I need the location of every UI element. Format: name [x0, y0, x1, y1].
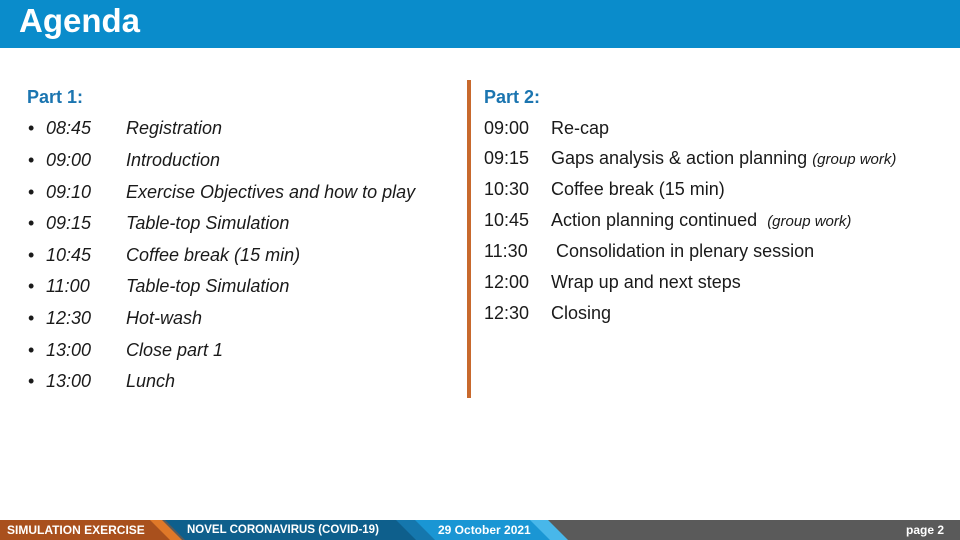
- agenda-label: Coffee break (15 min): [551, 179, 725, 200]
- agenda-time: 08:45: [46, 118, 92, 138]
- bullet-icon: •: [28, 371, 35, 391]
- agenda-label-text: Gaps analysis & action planning: [551, 148, 808, 168]
- bullet-icon: •: [28, 245, 35, 265]
- agenda-time: 12:00: [484, 272, 530, 292]
- agenda-label-text: Consolidation in plenary session: [551, 241, 815, 261]
- agenda-label-text: Coffee break (15 min): [551, 179, 725, 199]
- agenda-label: Exercise Objectives and how to play: [126, 182, 416, 202]
- agenda-label: Action planning continued (group work): [551, 210, 851, 231]
- agenda-label: Table-top Simulation: [126, 213, 290, 233]
- bullet-icon: •: [28, 276, 35, 296]
- agenda-time: 13:00: [46, 340, 92, 360]
- agenda-time: 11:00: [46, 276, 90, 296]
- footer-exercise-label: SIMULATION EXERCISE: [7, 523, 145, 537]
- bullet-icon: •: [28, 150, 35, 170]
- agenda-note: (group work): [767, 213, 852, 230]
- agenda-label: Close part 1: [126, 340, 224, 360]
- agenda-label: Table-top Simulation: [126, 276, 290, 296]
- agenda-label: Introduction: [126, 150, 221, 170]
- bullet-icon: •: [28, 340, 35, 360]
- footer-bar: SIMULATION EXERCISE NOVEL CORONAVIRUS (C…: [0, 520, 960, 540]
- agenda-time: 10:30: [484, 179, 530, 199]
- header-bar: Agenda: [0, 0, 960, 48]
- agenda-label: Registration: [126, 118, 223, 138]
- bullet-icon: •: [28, 213, 35, 233]
- agenda-label-text: Closing: [551, 303, 612, 323]
- part1-heading: Part 1:: [27, 87, 84, 107]
- agenda-label: Hot-wash: [126, 308, 203, 328]
- agenda-label-text: Action planning continued: [551, 210, 763, 230]
- agenda-time: 09:15: [46, 213, 92, 233]
- footer-date-label: 29 October 2021: [438, 523, 531, 537]
- page-title: Agenda: [19, 2, 141, 39]
- agenda-time: 09:00: [484, 118, 530, 138]
- part2-heading: Part 2:: [484, 87, 541, 107]
- agenda-time: 12:30: [484, 303, 530, 323]
- agenda-label: Closing: [551, 303, 611, 324]
- footer-disease-label: NOVEL CORONAVIRUS (COVID-19): [187, 524, 379, 536]
- agenda-label: Consolidation in plenary session: [551, 241, 814, 262]
- bullet-icon: •: [28, 308, 35, 328]
- agenda-label: Lunch: [126, 371, 176, 391]
- agenda-time: 12:30: [46, 308, 92, 328]
- column-divider: [467, 80, 471, 398]
- page-number: page 2: [905, 523, 944, 537]
- agenda-label: Coffee break (15 min): [126, 245, 301, 265]
- agenda-label-text: Wrap up and next steps: [551, 272, 741, 292]
- agenda-time: 09:15: [484, 148, 530, 168]
- agenda-label: Re-cap: [551, 118, 609, 139]
- agenda-time: 09:00: [46, 150, 92, 170]
- agenda-time: 11:30: [484, 241, 528, 261]
- bullet-icon: •: [28, 182, 35, 202]
- agenda-time: 10:45: [484, 210, 530, 230]
- agenda-label-text: Re-cap: [551, 118, 610, 138]
- agenda-label: Gaps analysis & action planning (group w…: [551, 148, 896, 169]
- agenda-time: 10:45: [46, 245, 92, 265]
- agenda-label: Wrap up and next steps: [551, 272, 741, 293]
- agenda-time: 13:00: [46, 371, 92, 391]
- agenda-note: (group work): [812, 151, 897, 168]
- bullet-icon: •: [28, 118, 35, 138]
- agenda-time: 09:10: [46, 182, 92, 202]
